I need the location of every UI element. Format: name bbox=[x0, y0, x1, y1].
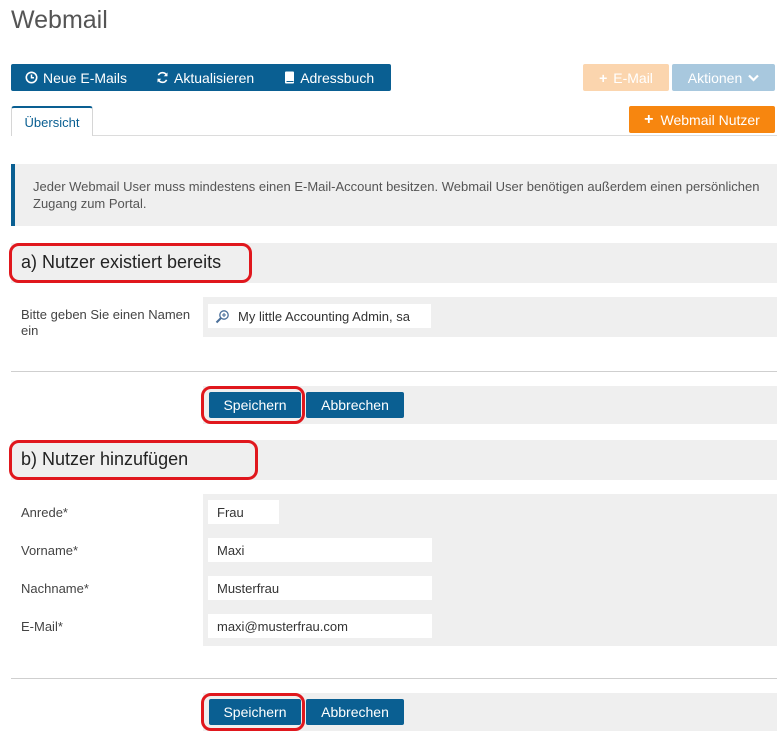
plus-icon: + bbox=[599, 69, 608, 86]
add-webmail-user-label: Webmail Nutzer bbox=[660, 111, 760, 128]
separator bbox=[11, 371, 777, 372]
cancel-button[interactable]: Abbrechen bbox=[306, 699, 404, 725]
actions-dropdown[interactable]: Aktionen bbox=[672, 64, 775, 91]
refresh-button[interactable]: Aktualisieren bbox=[127, 64, 254, 91]
page-title: Webmail bbox=[11, 6, 108, 34]
actions-label: Aktionen bbox=[687, 69, 743, 86]
salutation-label: Anrede* bbox=[21, 505, 68, 520]
highlight-oval bbox=[201, 693, 305, 731]
plus-icon: + bbox=[644, 110, 654, 128]
tab-overview[interactable]: Übersicht bbox=[11, 106, 93, 136]
info-box: Jeder Webmail User muss mindestens einen… bbox=[11, 164, 777, 226]
last-name-field[interactable]: Musterfrau bbox=[208, 576, 432, 600]
first-name-field[interactable]: Maxi bbox=[208, 538, 432, 562]
address-book-label: Adressbuch bbox=[300, 69, 375, 86]
email-field[interactable]: maxi@musterfrau.com bbox=[208, 614, 432, 638]
email-label: E-Mail* bbox=[21, 619, 63, 634]
separator bbox=[11, 678, 777, 679]
email-button[interactable]: + E-Mail bbox=[583, 64, 669, 91]
name-search-value: My little Accounting Admin, sa bbox=[238, 308, 410, 324]
highlight-oval bbox=[201, 386, 305, 424]
new-mails-button[interactable]: Neue E-Mails bbox=[11, 64, 127, 91]
first-name-label: Vorname* bbox=[21, 543, 79, 558]
last-name-label: Nachname* bbox=[21, 581, 89, 596]
email-button-label: E-Mail bbox=[613, 69, 653, 86]
name-label: Bitte geben Sie einen Namen ein bbox=[21, 307, 191, 338]
refresh-label: Aktualisieren bbox=[174, 69, 255, 86]
search-icon bbox=[215, 309, 230, 324]
section-b-panel: Frau Maxi Musterfrau maxi@musterfrau.com bbox=[203, 494, 777, 646]
chevron-down-icon bbox=[748, 74, 760, 82]
refresh-icon bbox=[156, 71, 169, 84]
add-webmail-user-button[interactable]: + Webmail Nutzer bbox=[629, 106, 775, 133]
cancel-button[interactable]: Abbrechen bbox=[306, 392, 404, 418]
name-search-input[interactable]: My little Accounting Admin, sa bbox=[208, 304, 431, 328]
highlight-oval bbox=[9, 440, 258, 480]
info-text: Jeder Webmail User muss mindestens einen… bbox=[33, 179, 760, 211]
section-a-panel: My little Accounting Admin, sa bbox=[203, 297, 777, 337]
salutation-field[interactable]: Frau bbox=[208, 500, 279, 524]
address-book-button[interactable]: Adressbuch bbox=[254, 64, 374, 91]
highlight-oval bbox=[9, 243, 252, 283]
tab-divider bbox=[11, 135, 777, 136]
clock-icon bbox=[25, 71, 38, 84]
new-mails-label: Neue E-Mails bbox=[43, 69, 128, 86]
main-toolbar: Neue E-Mails Aktualisieren Adressbuch bbox=[11, 64, 391, 91]
book-icon bbox=[284, 71, 295, 84]
